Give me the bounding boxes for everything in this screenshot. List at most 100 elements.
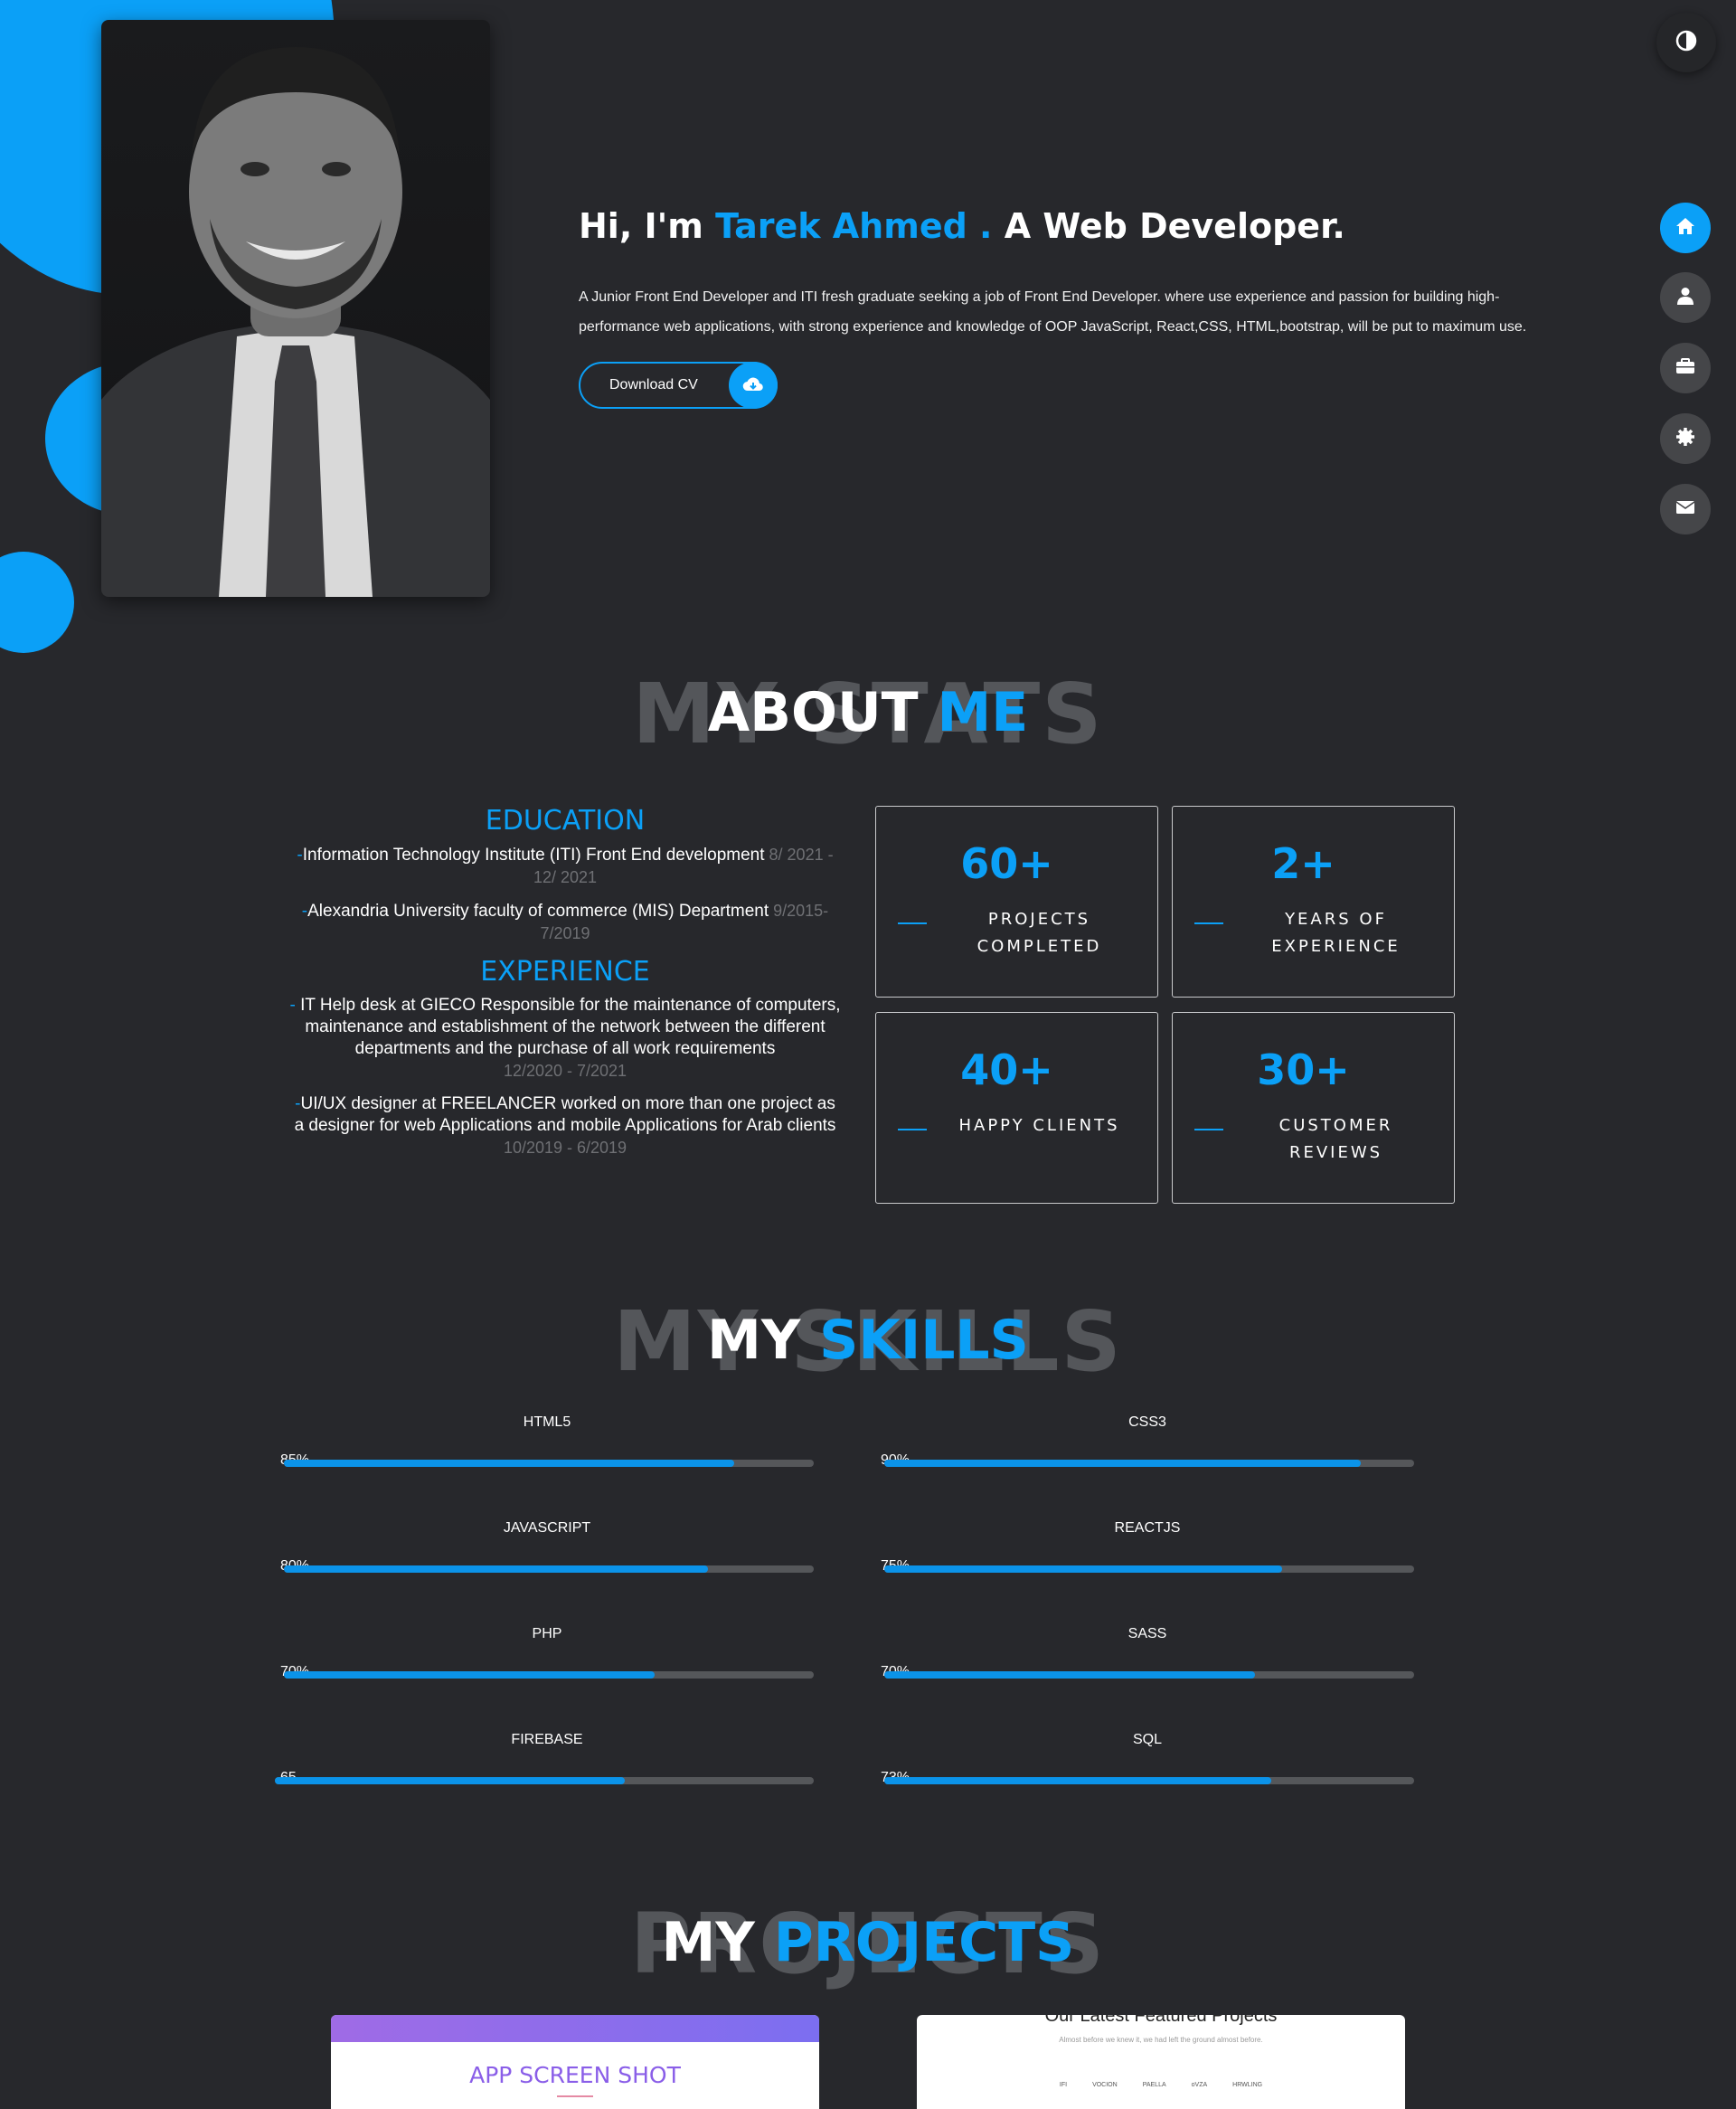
- hero-greeting: Hi, I'm: [579, 206, 716, 246]
- project-card[interactable]: APP SCREEN SHOT: [331, 2015, 819, 2109]
- skill-bar-track: [284, 1671, 814, 1679]
- experience-entry: - IT Help desk at GIECO Responsible for …: [289, 995, 841, 1083]
- skill-item: PHP70%: [280, 1626, 814, 1689]
- hero-description: A Junior Front End Developer and ITI fre…: [579, 289, 1527, 335]
- entry-text: IT Help desk at GIECO Responsible for th…: [300, 996, 841, 1058]
- skill-bar-fill: [884, 1460, 1362, 1467]
- projects-title-white: MY: [661, 1911, 774, 1974]
- experience-title: EXPERIENCE: [480, 956, 650, 988]
- project-card-title: APP SCREEN SHOT: [469, 2062, 681, 2088]
- skills-title-blue: SKILLS: [819, 1309, 1029, 1372]
- skill-item: HTML585%: [280, 1414, 814, 1478]
- home-icon: [1675, 217, 1695, 240]
- skill-bar-track: [284, 1460, 814, 1467]
- nav-portfolio-button[interactable]: [1660, 343, 1711, 393]
- cloud-download-icon: [729, 362, 778, 409]
- skill-bar-track: [884, 1460, 1414, 1467]
- about-section-title: MY STATS ABOUT ME: [0, 660, 1736, 769]
- about-title-blue: ME: [937, 681, 1029, 744]
- skill-name: PHP: [532, 1626, 562, 1641]
- stat-card-clients: 40+ HAPPY CLIENTS: [875, 1012, 1158, 1204]
- skill-name: SASS: [1127, 1626, 1167, 1641]
- entry-dash: -: [289, 996, 301, 1015]
- skill-item: SASS70%: [881, 1626, 1414, 1689]
- download-cv-label: Download CV: [609, 377, 698, 392]
- entry-date: 10/2019 - 6/2019: [503, 1139, 627, 1157]
- stat-number: 30+: [1257, 1045, 1350, 1094]
- skill-bar-fill: [284, 1460, 735, 1467]
- stat-card-projects: 60+ PROJECTS COMPLETED: [875, 806, 1158, 998]
- skill-bar-fill: [884, 1565, 1282, 1573]
- project-card[interactable]: Our Latest Featured Projects Almost befo…: [917, 2015, 1405, 2109]
- skill-item: FIREBASE65: [275, 1732, 814, 1795]
- stat-divider: [898, 922, 927, 924]
- briefcase-icon: [1675, 357, 1695, 379]
- stat-number: 2+: [1271, 839, 1335, 888]
- gear-icon: [1675, 427, 1695, 451]
- skill-name: FIREBASE: [511, 1732, 583, 1747]
- download-cv-button[interactable]: Download CV: [579, 362, 778, 409]
- about-title: ABOUT ME: [0, 676, 1736, 749]
- client-logo: PAELLA: [1142, 2082, 1166, 2088]
- skill-item: SQL73%: [881, 1732, 1414, 1795]
- stat-divider: [1194, 1129, 1223, 1130]
- project-card-logos: IFI VOCION PAELLA oVZA HRWLING: [917, 2082, 1405, 2088]
- projects-title: MY PROJECTS: [0, 1906, 1736, 1979]
- projects-section-title: PROJECTS MY PROJECTS: [0, 1890, 1736, 1999]
- envelope-icon: [1675, 500, 1695, 519]
- about-timeline: EDUCATION -Information Technology Instit…: [289, 805, 841, 1170]
- nav-about-button[interactable]: [1660, 272, 1711, 323]
- education-entry: -Information Technology Institute (ITI) …: [289, 844, 841, 889]
- contrast-icon: [1675, 30, 1697, 56]
- hero-name: Tarek Ahmed .: [715, 206, 993, 246]
- client-logo: oVZA: [1191, 2082, 1208, 2088]
- project-card-subtitle: Almost before we knew it, we had left th…: [1059, 2036, 1263, 2044]
- nav-services-button[interactable]: [1660, 413, 1711, 464]
- stat-divider: [1194, 922, 1223, 924]
- skill-bar-fill: [275, 1777, 626, 1784]
- skill-item: REACTJS75%: [881, 1520, 1414, 1584]
- skill-name: CSS3: [1128, 1414, 1166, 1430]
- skills-section-title: MY SKILLS MY SKILLS: [0, 1288, 1736, 1396]
- skill-bar-track: [884, 1777, 1414, 1784]
- project-card-underline: [557, 2095, 593, 2097]
- nav-home-button[interactable]: [1660, 203, 1711, 253]
- stat-label: CUSTOMER REVIEWS: [1278, 1116, 1393, 1162]
- skill-bar-track: [884, 1565, 1414, 1573]
- stat-card-reviews: 30+ CUSTOMER REVIEWS: [1172, 1012, 1455, 1204]
- skill-item: CSS390%: [881, 1414, 1414, 1478]
- skill-bar-fill: [284, 1565, 708, 1573]
- skill-bar-fill: [884, 1671, 1256, 1679]
- about-title-white: ABOUT: [707, 681, 938, 744]
- decor-blob-bottom: [0, 552, 74, 653]
- skill-bar-track: [284, 1565, 814, 1573]
- stat-card-years: 2+ YEARS OF EXPERIENCE: [1172, 806, 1455, 998]
- project-card-title: Our Latest Featured Projects: [1044, 2015, 1278, 2026]
- stat-label: PROJECTS COMPLETED: [976, 910, 1102, 956]
- theme-toggle-button[interactable]: [1656, 13, 1716, 72]
- education-entry: -Alexandria University faculty of commer…: [289, 900, 841, 945]
- skill-bar-track: [884, 1671, 1414, 1679]
- skill-name: REACTJS: [1114, 1520, 1181, 1536]
- skill-item: JAVASCRIPT80%: [280, 1520, 814, 1584]
- skill-bar-fill: [284, 1671, 656, 1679]
- stat-number: 40+: [960, 1045, 1053, 1094]
- entry-text: Alexandria University faculty of commerc…: [307, 902, 769, 921]
- skill-bar-fill: [884, 1777, 1271, 1784]
- entry-text: UI/UX designer at FREELANCER worked on m…: [294, 1094, 836, 1135]
- stat-divider: [898, 1129, 927, 1130]
- profile-photo: [101, 20, 490, 597]
- entry-text: Information Technology Institute (ITI) F…: [302, 846, 765, 865]
- skills-title: MY SKILLS: [0, 1304, 1736, 1376]
- entry-date: 12/2020 - 7/2021: [503, 1062, 627, 1080]
- education-title: EDUCATION: [485, 805, 646, 837]
- client-logo: IFI: [1059, 2082, 1068, 2088]
- stat-label: YEARS OF EXPERIENCE: [1271, 910, 1401, 956]
- skill-name: HTML5: [523, 1414, 571, 1430]
- experience-entry: -UI/UX designer at FREELANCER worked on …: [289, 1093, 841, 1159]
- user-icon: [1677, 287, 1694, 309]
- project-card-header: [331, 2015, 819, 2042]
- hero-role: A Web Developer.: [992, 206, 1345, 246]
- skill-bar-track: [275, 1777, 814, 1784]
- nav-contact-button[interactable]: [1660, 484, 1711, 534]
